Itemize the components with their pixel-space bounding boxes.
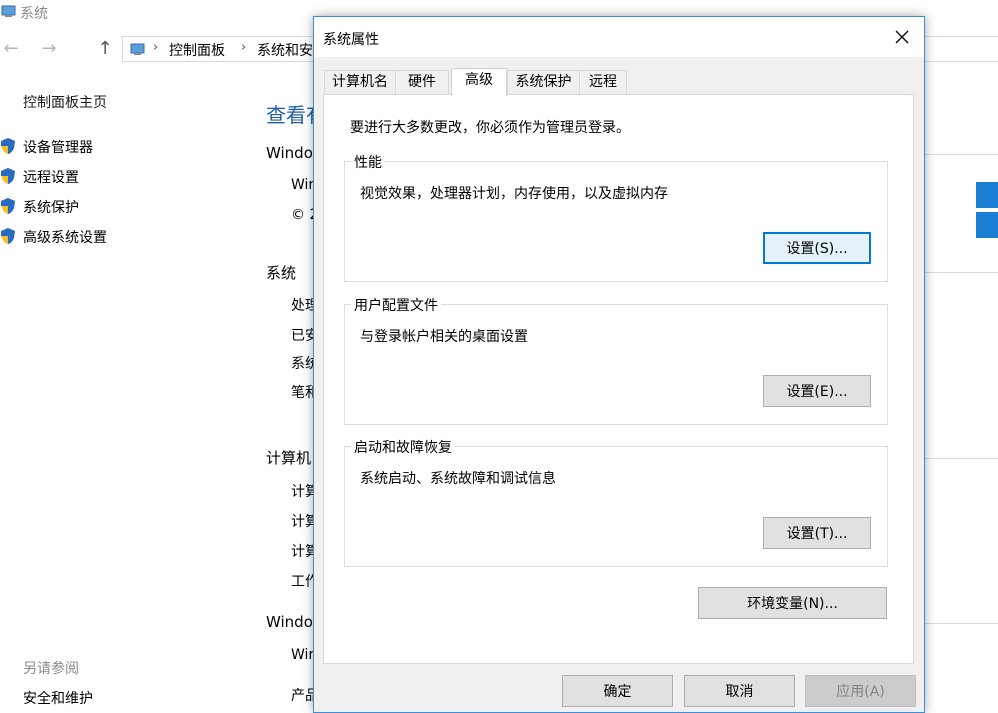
performance-group: 性能 视觉效果，处理器计划，内存使用，以及虚拟内存 设置(S)...	[344, 152, 888, 282]
tab-advanced[interactable]: 高级	[451, 68, 507, 96]
breadcrumb-separator: ›	[241, 40, 247, 55]
ok-button[interactable]: 确定	[562, 675, 673, 707]
startup-recovery-group: 启动和故障恢复 系统启动、系统故障和调试信息 设置(T)...	[344, 437, 888, 567]
user-profiles-description: 与登录帐户相关的桌面设置	[360, 329, 528, 345]
user-profiles-group: 用户配置文件 与登录帐户相关的桌面设置 设置(E)...	[344, 295, 888, 425]
startup-recovery-settings-button[interactable]: 设置(T)...	[763, 517, 871, 549]
dialog-title: 系统属性	[323, 32, 379, 48]
environment-variables-button[interactable]: 环境变量(N)...	[698, 587, 887, 619]
section-divider	[925, 623, 998, 624]
shield-icon	[1, 138, 15, 154]
shield-icon	[1, 228, 15, 244]
advanced-tab-panel: 要进行大多数更改，你必须作为管理员登录。 性能 视觉效果，处理器计划，内存使用，…	[323, 94, 914, 664]
tab-hardware[interactable]: 硬件	[395, 70, 449, 94]
section-divider	[925, 154, 998, 155]
tab-remote[interactable]: 远程	[579, 70, 627, 94]
admin-notice: 要进行大多数更改，你必须作为管理员登录。	[350, 120, 630, 136]
arrow-left-icon[interactable]: ←	[0, 38, 22, 60]
cancel-button[interactable]: 取消	[684, 675, 795, 707]
sidebar-item-advanced-settings[interactable]: 高级系统设置	[23, 227, 107, 247]
user-profiles-settings-button[interactable]: 设置(E)...	[763, 375, 871, 407]
section-computer-name: 计算机	[266, 449, 312, 467]
info-row: Wir	[291, 177, 315, 193]
windows-logo	[976, 182, 998, 238]
section-divider	[925, 458, 998, 459]
see-also-heading: 另请参阅	[23, 661, 79, 677]
sidebar-control-panel-home[interactable]: 控制面板主页	[23, 92, 107, 112]
section-windows-edition: Windo	[266, 144, 313, 162]
control-panel-icon	[130, 43, 145, 55]
section-divider	[925, 272, 998, 273]
computer-icon	[1, 5, 16, 17]
breadcrumb-separator: ›	[153, 40, 159, 55]
section-windows-activation: Windo	[266, 613, 313, 631]
breadcrumb-control-panel[interactable]: 控制面板	[169, 40, 225, 60]
section-system: 系统	[266, 264, 297, 282]
breadcrumb-system-security[interactable]: 系统和安	[257, 40, 313, 60]
security-maintenance-link[interactable]: 安全和维护	[23, 688, 93, 708]
tab-computer-name[interactable]: 计算机名	[324, 70, 396, 94]
tab-system-protection[interactable]: 系统保护	[507, 70, 580, 94]
user-profiles-group-title: 用户配置文件	[351, 295, 441, 315]
background-window-title: 系统	[20, 6, 48, 22]
dialog-titlebar[interactable]: 系统属性	[314, 17, 924, 57]
info-row: Wir	[291, 647, 315, 663]
shield-icon	[1, 198, 15, 214]
sidebar-item-system-protection[interactable]: 系统保护	[23, 197, 79, 217]
close-button[interactable]	[880, 17, 924, 57]
startup-recovery-description: 系统启动、系统故障和调试信息	[360, 471, 556, 487]
performance-description: 视觉效果，处理器计划，内存使用，以及虚拟内存	[360, 186, 668, 202]
arrow-right-icon[interactable]: →	[38, 38, 60, 60]
close-icon	[895, 30, 909, 44]
startup-recovery-group-title: 启动和故障恢复	[351, 437, 455, 457]
apply-button[interactable]: 应用(A)	[805, 675, 916, 707]
performance-group-title: 性能	[351, 152, 385, 172]
performance-settings-button[interactable]: 设置(S)...	[763, 232, 871, 264]
sidebar-item-device-manager[interactable]: 设备管理器	[23, 137, 93, 157]
sidebar-item-remote-settings[interactable]: 远程设置	[23, 167, 79, 187]
arrow-up-icon[interactable]: ↑	[94, 38, 116, 60]
shield-icon	[1, 168, 15, 184]
system-properties-dialog: 系统属性 计算机名 硬件 高级 系统保护 远程 要进行大多数更改，你必须作为管理…	[313, 16, 925, 713]
